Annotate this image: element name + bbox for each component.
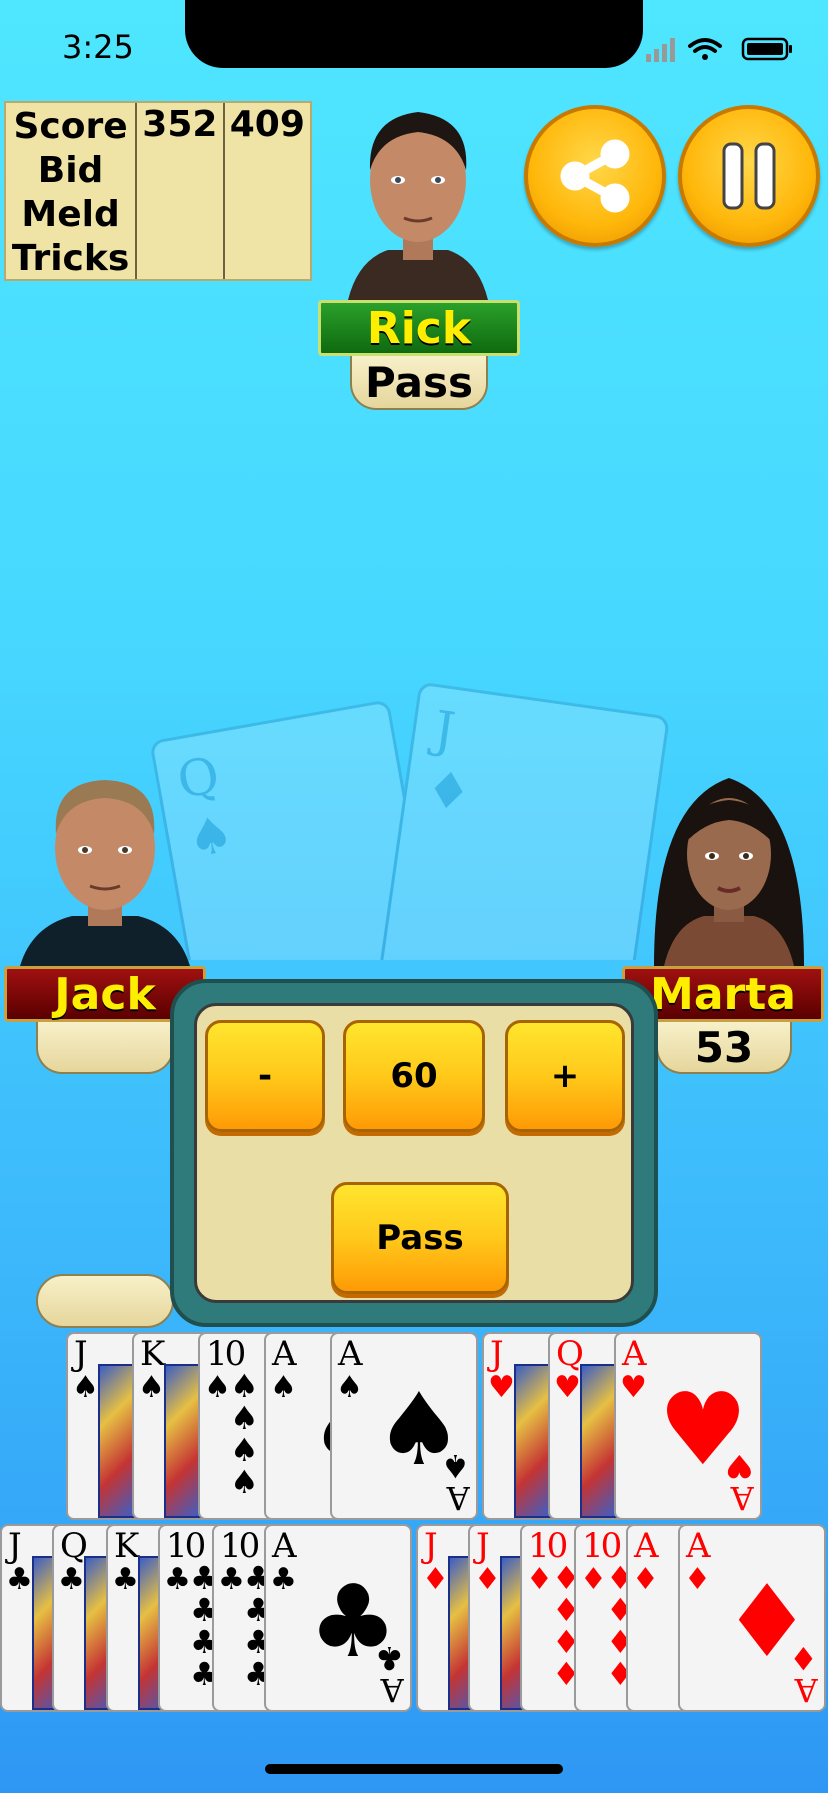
card-rank: Q <box>60 1526 88 1566</box>
meld-label: Meld <box>21 194 120 235</box>
card-face-art <box>164 1364 202 1518</box>
team-a-score: 352 <box>142 104 218 145</box>
card-rank: A <box>338 1334 363 1374</box>
card-suit-icon: ♥ <box>488 1370 515 1405</box>
card-suit-icon: ♣ <box>112 1562 139 1597</box>
tricks-label: Tricks <box>11 238 130 279</box>
card-rank-corner: A♦ <box>789 1639 818 1709</box>
playing-card[interactable]: A ♣ ♣ A ♣ <box>264 1524 412 1712</box>
card-suit-icon: ♦ <box>684 1562 711 1597</box>
card-suit-icon: ♣ <box>58 1562 85 1597</box>
hand-row-1: J♠K♠10♠♠♠♠♠A♠♠A♠A♠♠A♠J♥Q♥A♥♥A♥ <box>0 1332 828 1522</box>
card-suit-icon: ♠ <box>270 1370 297 1405</box>
home-indicator <box>265 1764 563 1774</box>
decrease-bid-button[interactable]: - <box>205 1020 325 1132</box>
card-rank: A <box>686 1526 711 1566</box>
card-pips: ♠ ♠ ♠ ♠ <box>230 1367 259 1501</box>
rick-avatar <box>348 100 488 300</box>
card-suit-icon: ♦ <box>526 1562 553 1597</box>
share-icon <box>560 139 630 213</box>
card-suit-icon: ♥ <box>554 1370 581 1405</box>
card-rank-corner: A ♥ <box>725 1447 754 1517</box>
card-rank: K <box>140 1334 165 1374</box>
card-rank: J <box>490 1334 504 1374</box>
team-b-column: 409 <box>225 103 310 279</box>
jack-bid <box>36 1022 174 1074</box>
card-rank: K <box>114 1526 139 1566</box>
card-rank: A <box>622 1334 647 1374</box>
card-suit-icon: ♦ <box>422 1562 449 1597</box>
card-rank: A <box>272 1334 297 1374</box>
marta-avatar <box>634 764 824 966</box>
card-rank: A <box>634 1526 659 1566</box>
device-notch <box>185 0 643 68</box>
card-suit-icon: ♦ <box>632 1562 659 1597</box>
hand-row-2: J ♣ Q ♣ K ♣ 10 ♣ ♣ ♣ ♣ ♣ 10 ♣ ♣ ♣ ♣ ♣ A ♣ ♣ A ♣ J ♦ J ♦ 10 ♦ ♦ ♦ ♦ ♦ 10 ♦ ♦… <box>0 1524 828 1714</box>
svg-text:♦: ♦ <box>422 759 474 823</box>
status-time: 3:25 <box>62 28 134 66</box>
marta-portrait <box>654 778 804 966</box>
signal-icon <box>646 38 675 62</box>
rick-bid: Pass <box>350 356 488 410</box>
bid-label: Bid <box>37 150 104 191</box>
playing-card[interactable]: A♦♦A♦ <box>678 1524 826 1712</box>
team-a-column: 352 <box>137 103 225 279</box>
scoreboard: Score Bid Meld Tricks 352 409 <box>4 101 312 281</box>
card-rank: J <box>74 1334 88 1374</box>
card-rank-corner: A ♣ <box>375 1639 404 1709</box>
status-icons <box>646 37 792 62</box>
jack-portrait <box>20 780 190 966</box>
card-suit-icon: ♠ <box>72 1370 99 1405</box>
battery-icon <box>741 37 792 61</box>
jack-avatar <box>12 770 198 966</box>
pause-button[interactable] <box>678 105 820 247</box>
score-label: Score <box>13 106 128 147</box>
south-bid-plate <box>36 1274 174 1328</box>
card-suit-icon: ♣ <box>270 1562 297 1597</box>
card-rank: J <box>424 1526 438 1566</box>
card-suit-icon: ♠ <box>336 1370 363 1405</box>
rick-portrait <box>348 112 488 300</box>
card-suit-icon: ♠ <box>138 1370 165 1405</box>
card-face-art <box>514 1364 552 1518</box>
card-suit-icon: ♣ <box>218 1562 245 1597</box>
rick-name-plate: Rick <box>318 300 520 356</box>
card-suit-icon: ♣ <box>6 1562 33 1597</box>
card-rank: Q <box>556 1334 584 1374</box>
bid-panel-inner: - 60 + Pass <box>194 1003 634 1303</box>
increase-bid-button[interactable]: + <box>505 1020 625 1132</box>
card-face-art <box>580 1364 618 1518</box>
card-suit-icon: ♦ <box>580 1562 607 1597</box>
card-face-art <box>98 1364 136 1518</box>
bid-value: 60 <box>343 1020 485 1132</box>
marta-bid: 53 <box>656 1022 792 1074</box>
card-rank: A <box>272 1526 297 1566</box>
card-rank: J <box>8 1526 22 1566</box>
card-suit-icon: ♣ <box>164 1562 191 1597</box>
wifi-icon <box>688 38 722 60</box>
card-rank-corner: A♠ <box>441 1447 470 1517</box>
card-suit-icon: ♦ <box>474 1562 501 1597</box>
pass-button[interactable]: Pass <box>331 1182 509 1294</box>
card-suit-icon: ♠ <box>204 1370 231 1405</box>
bid-panel: - 60 + Pass <box>170 979 658 1327</box>
card-rank: J <box>476 1526 490 1566</box>
playing-card[interactable]: A♠♠A♠ <box>330 1332 478 1520</box>
scoreboard-labels: Score Bid Meld Tricks <box>6 103 138 279</box>
pause-icon <box>722 142 776 210</box>
playing-card[interactable]: A ♥ ♥ A ♥ <box>614 1332 762 1520</box>
background-watermark-cards: Q ♠ J ♦ <box>151 683 669 960</box>
team-b-score: 409 <box>229 104 305 145</box>
card-suit-icon: ♥ <box>620 1370 647 1405</box>
share-button[interactable] <box>524 105 666 247</box>
